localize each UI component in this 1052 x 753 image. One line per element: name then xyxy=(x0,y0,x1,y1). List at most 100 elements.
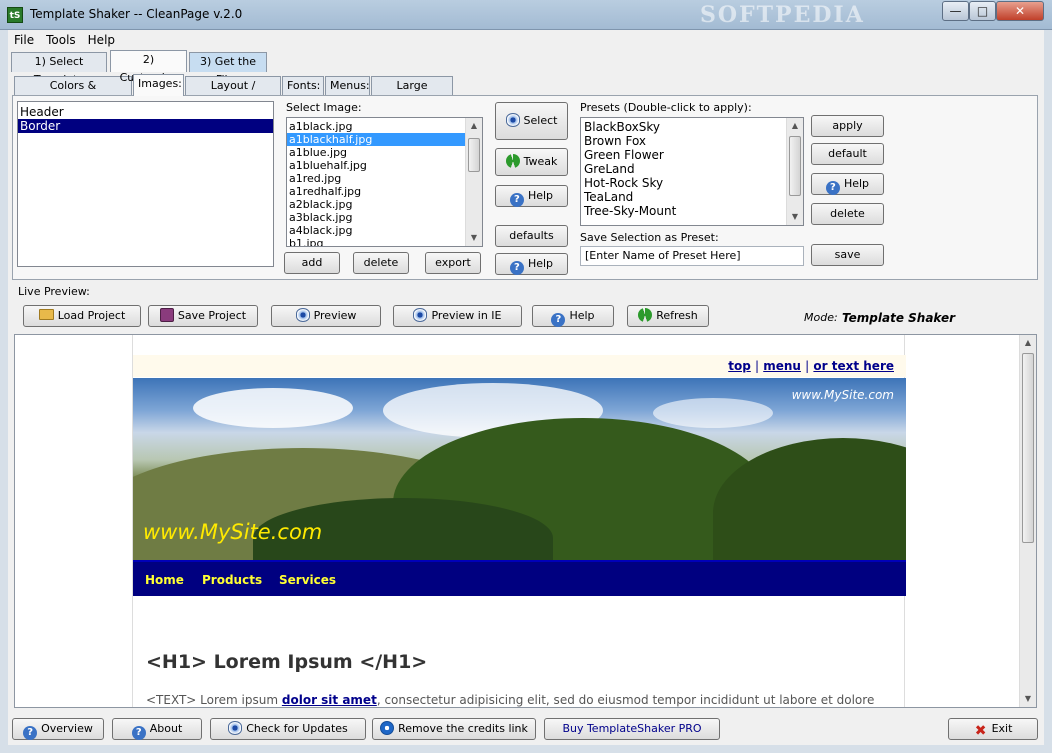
tab-get-files[interactable]: 3) Get the Files xyxy=(189,52,267,86)
text-link[interactable]: or text here xyxy=(813,359,894,373)
help-icon xyxy=(551,313,566,327)
presets-help-button[interactable]: Help xyxy=(811,173,884,195)
preview-ie-label: Preview in IE xyxy=(431,309,502,322)
preview-label: Preview xyxy=(313,309,357,322)
preset-name-input[interactable]: [Enter Name of Preset Here] xyxy=(580,246,804,266)
site-nav-services[interactable]: Services xyxy=(279,573,336,587)
menu-file[interactable]: File xyxy=(8,30,40,50)
scroll-thumb[interactable] xyxy=(468,138,480,172)
list-item[interactable]: a1redhalf.jpg xyxy=(287,185,482,198)
delete-preset-button[interactable]: delete xyxy=(811,203,884,225)
list-item[interactable]: Tree-Sky-Mount xyxy=(581,204,803,218)
scroll-thumb[interactable] xyxy=(1022,353,1034,543)
save-project-button[interactable]: Save Project xyxy=(148,305,258,327)
overview-button[interactable]: Overview xyxy=(12,718,104,740)
site-url-small: www.MySite.com xyxy=(791,388,894,402)
target-list[interactable]: Header Border xyxy=(17,101,274,267)
export-image-button[interactable]: export xyxy=(425,252,481,274)
list-item[interactable]: a3black.jpg xyxy=(287,211,482,224)
site-top-links: top | menu | or text here xyxy=(728,359,894,373)
site-nav-home[interactable]: Home xyxy=(145,573,184,587)
mode-value: Template Shaker xyxy=(842,311,956,325)
list-item[interactable]: a1bluehalf.jpg xyxy=(287,159,482,172)
tab-select-template[interactable]: 1) Select Template xyxy=(11,52,107,86)
list-item[interactable]: a4black.jpg xyxy=(287,224,482,237)
remove-credits-button[interactable]: Remove the credits link xyxy=(372,718,536,740)
close-button[interactable]: ✕ xyxy=(996,1,1044,21)
preview-help-button[interactable]: Help xyxy=(532,305,614,327)
list-item[interactable]: GreLand xyxy=(581,162,803,176)
site-body-text: <TEXT> Lorem ipsum dolor sit amet, conse… xyxy=(146,693,874,707)
default-preset-button[interactable]: default xyxy=(811,143,884,165)
refresh-button[interactable]: Refresh xyxy=(627,305,709,327)
list-item[interactable]: a1blue.jpg xyxy=(287,146,482,159)
exit-label: Exit xyxy=(991,722,1013,735)
menu-help[interactable]: Help xyxy=(82,30,121,50)
live-preview-label: Live Preview: xyxy=(18,285,90,298)
select-button[interactable]: Select xyxy=(495,102,568,140)
live-preview-area[interactable]: top | menu | or text here www.MySite.com… xyxy=(14,334,1037,708)
check-updates-button[interactable]: Check for Updates xyxy=(210,718,366,740)
site-banner-image: www.MySite.com www.MySite.com xyxy=(133,378,906,560)
about-button[interactable]: About xyxy=(112,718,202,740)
tab-colors-backgrounds[interactable]: Colors & Backgrounds: xyxy=(14,76,132,110)
exit-button[interactable]: Exit xyxy=(948,718,1038,740)
tab-menus[interactable]: Menus: xyxy=(325,76,370,96)
tab-customize[interactable]: 2) Customize xyxy=(110,50,187,84)
preview-button[interactable]: Preview xyxy=(271,305,381,327)
list-item[interactable]: Border xyxy=(18,119,273,133)
list-item[interactable]: Brown Fox xyxy=(581,134,803,148)
scroll-thumb[interactable] xyxy=(789,136,801,196)
body-text-link[interactable]: dolor sit amet xyxy=(282,693,377,707)
list-item[interactable]: a2black.jpg xyxy=(287,198,482,211)
menu-tools[interactable]: Tools xyxy=(40,30,82,50)
scroll-up-icon[interactable]: ▲ xyxy=(466,118,482,134)
link-separator: | xyxy=(755,359,760,373)
list-item[interactable]: Hot-Rock Sky xyxy=(581,176,803,190)
save-project-label: Save Project xyxy=(177,309,247,322)
list-item[interactable]: a1black.jpg xyxy=(287,120,482,133)
image-list-scrollbar[interactable]: ▲ ▼ xyxy=(465,118,482,246)
delete-image-button[interactable]: delete xyxy=(353,252,409,274)
save-preset-button[interactable]: save xyxy=(811,244,884,266)
tab-layout-objects[interactable]: Layout / Objects: xyxy=(185,76,281,110)
site-nav-products[interactable]: Products xyxy=(202,573,262,587)
help-button[interactable]: Help xyxy=(495,185,568,207)
check-updates-label: Check for Updates xyxy=(246,722,348,735)
preview-scrollbar[interactable]: ▲ ▼ xyxy=(1019,335,1036,707)
list-item[interactable]: Header xyxy=(18,105,273,119)
scroll-up-icon[interactable]: ▲ xyxy=(1020,335,1036,351)
help-icon xyxy=(825,181,840,195)
list-item[interactable]: TeaLand xyxy=(581,190,803,204)
image-list[interactable]: a1black.jpg a1blackhalf.jpg a1blue.jpg a… xyxy=(286,117,483,247)
scroll-down-icon[interactable]: ▼ xyxy=(466,230,482,246)
watermark-logo: SOFTPEDIA xyxy=(700,2,865,28)
help-icon xyxy=(23,726,38,740)
list-item[interactable]: BlackBoxSky xyxy=(581,120,803,134)
images-panel: Header Border Select Image: a1black.jpg … xyxy=(12,95,1038,280)
tab-large-preview[interactable]: Large Preview: xyxy=(371,76,453,110)
tab-images[interactable]: Images: xyxy=(133,74,184,96)
apply-preset-button[interactable]: apply xyxy=(811,115,884,137)
load-project-button[interactable]: Load Project xyxy=(23,305,141,327)
list-item[interactable]: Green Flower xyxy=(581,148,803,162)
buy-pro-button[interactable]: Buy TemplateShaker PRO xyxy=(544,718,720,740)
menu-link[interactable]: menu xyxy=(763,359,801,373)
add-image-button[interactable]: add xyxy=(284,252,340,274)
top-link[interactable]: top xyxy=(728,359,751,373)
help-button-2[interactable]: Help xyxy=(495,253,568,275)
scroll-down-icon[interactable]: ▼ xyxy=(787,209,803,225)
scroll-down-icon[interactable]: ▼ xyxy=(1020,691,1036,707)
scroll-up-icon[interactable]: ▲ xyxy=(787,118,803,134)
minimize-button[interactable]: — xyxy=(942,1,969,21)
list-item[interactable]: a1red.jpg xyxy=(287,172,482,185)
presets-scrollbar[interactable]: ▲ ▼ xyxy=(786,118,803,225)
tweak-button[interactable]: Tweak xyxy=(495,148,568,176)
tab-fonts[interactable]: Fonts: xyxy=(282,76,324,96)
maximize-button[interactable]: □ xyxy=(969,1,996,21)
preview-ie-button[interactable]: Preview in IE xyxy=(393,305,522,327)
presets-list[interactable]: BlackBoxSky Brown Fox Green Flower GreLa… xyxy=(580,117,804,226)
defaults-button[interactable]: defaults xyxy=(495,225,568,247)
list-item[interactable]: b1.jpg xyxy=(287,237,482,246)
list-item[interactable]: a1blackhalf.jpg xyxy=(287,133,465,146)
